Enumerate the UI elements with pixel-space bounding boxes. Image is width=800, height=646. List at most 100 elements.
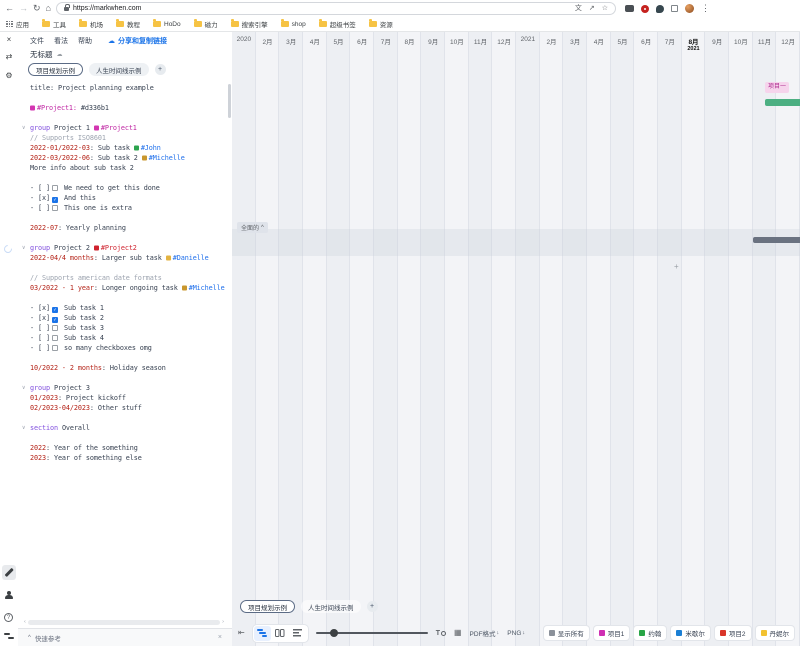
code-line[interactable]: ∨group Project 1 #Project1 xyxy=(18,123,227,133)
share-button[interactable]: ☁ 分享和复制链接 xyxy=(108,36,167,46)
code-line[interactable]: - [ ] so many checkboxes omg xyxy=(18,343,227,353)
code-line[interactable]: 2023: Year of something else xyxy=(18,453,227,463)
timeline-tab-2[interactable]: 人生时间线示例 xyxy=(301,600,361,613)
close-icon[interactable]: × xyxy=(218,634,222,641)
bookmark-item-2[interactable]: 机场 xyxy=(79,19,103,29)
code-line[interactable]: - [ ] We need to get this done xyxy=(18,183,227,193)
menu-item-1[interactable]: 文件 xyxy=(30,36,44,46)
code-line[interactable]: - [ ] This one is extra xyxy=(18,203,227,213)
fold-chevron-icon[interactable]: ∨ xyxy=(22,383,25,393)
editor-horizontal-scrollbar[interactable]: ‹ › xyxy=(24,619,224,626)
timeline-logo-icon[interactable] xyxy=(4,632,14,640)
swap-panels-icon[interactable]: ⇄ xyxy=(0,52,18,61)
event-bar-green[interactable] xyxy=(765,99,800,106)
bookmark-item-6[interactable]: 搜索引擎 xyxy=(231,19,268,29)
code-line[interactable] xyxy=(18,433,227,443)
zoom-slider[interactable] xyxy=(316,628,428,638)
timeline-view-button[interactable] xyxy=(254,626,271,641)
extension-icon-3[interactable] xyxy=(656,5,664,13)
text-fit-icon[interactable]: T xyxy=(436,630,446,637)
back-icon[interactable]: ← xyxy=(5,4,14,13)
calendar-view-button[interactable] xyxy=(272,626,289,641)
code-line[interactable]: title: Project planning example xyxy=(18,83,227,93)
code-line[interactable]: 10/2022 - 2 months: Holiday season xyxy=(18,363,227,373)
bookmark-item-9[interactable]: 资源 xyxy=(369,19,393,29)
translate-icon[interactable]: 文 xyxy=(575,5,582,12)
checkbox-unchecked[interactable] xyxy=(52,345,58,351)
legend-item-5[interactable]: 项目2 xyxy=(715,626,751,640)
list-view-button[interactable] xyxy=(290,626,307,641)
bookmark-item-1[interactable]: 工具 xyxy=(42,19,66,29)
document-title[interactable]: 无标题 xyxy=(30,49,53,60)
code-line[interactable]: ∨section Overall xyxy=(18,423,227,433)
section-summary-bar[interactable] xyxy=(753,237,800,243)
download-pdf-button[interactable]: PDF格式 ↓ xyxy=(470,628,500,638)
fold-chevron-icon[interactable]: ∨ xyxy=(22,243,25,253)
code-line[interactable] xyxy=(18,373,227,383)
account-icon[interactable] xyxy=(5,591,13,599)
code-line[interactable] xyxy=(18,293,227,303)
bookmark-item-3[interactable]: 教程 xyxy=(116,19,140,29)
checkbox-unchecked[interactable] xyxy=(52,325,58,331)
checkbox-unchecked[interactable] xyxy=(52,205,58,211)
editor-new-tab-button[interactable]: + xyxy=(155,64,166,75)
code-line[interactable]: - [x]✓ Sub task 1 xyxy=(18,303,227,313)
code-line[interactable]: // Supports american date formats xyxy=(18,273,227,283)
extension-icon-1[interactable] xyxy=(625,5,634,12)
bookmark-apps[interactable]: 应用 xyxy=(6,19,29,29)
code-line[interactable]: 2022-04/4 months: Larger sub task #Danie… xyxy=(18,253,227,263)
code-line[interactable]: ∨group Project 3 xyxy=(18,383,227,393)
code-line[interactable] xyxy=(18,173,227,183)
fold-chevron-icon[interactable]: ∨ xyxy=(22,123,25,133)
download-png-button[interactable]: PNG ↓ xyxy=(507,630,525,637)
profile-avatar[interactable] xyxy=(685,4,694,13)
code-line[interactable]: #Project1: #d336b1 xyxy=(18,103,227,113)
bookmark-item-7[interactable]: shop xyxy=(281,21,306,28)
quick-reference-bar[interactable]: ^ 快速参考 × xyxy=(18,628,232,646)
code-line[interactable] xyxy=(18,413,227,423)
settings-gear-icon[interactable]: ⚙ xyxy=(0,71,18,80)
grid-view-icon[interactable]: ▦ xyxy=(454,629,462,637)
url-text[interactable]: https://markwhen.com xyxy=(73,5,141,12)
code-line[interactable]: - [x]✓ And this xyxy=(18,193,227,203)
code-line[interactable]: 02/2023-04/2023: Other stuff xyxy=(18,403,227,413)
code-line[interactable] xyxy=(18,93,227,103)
section-collapse-button[interactable]: 全面的 ^ xyxy=(237,222,268,233)
legend-item-6[interactable]: 丹妮尔 xyxy=(756,626,795,640)
legend-item-1[interactable]: 显示所有 xyxy=(544,626,589,640)
extension-icon-2[interactable] xyxy=(641,5,649,13)
help-icon[interactable]: ? xyxy=(4,613,13,622)
code-line[interactable]: ∨group Project 2 #Project2 xyxy=(18,243,227,253)
forward-icon[interactable]: → xyxy=(19,4,28,13)
slider-knob[interactable] xyxy=(330,629,338,637)
checkbox-unchecked[interactable] xyxy=(52,335,58,341)
code-line[interactable]: 01/2023: Project kickoff xyxy=(18,393,227,403)
editor-tab-1[interactable]: 项目规划示例 xyxy=(28,63,83,76)
share-page-icon[interactable]: ↗ xyxy=(589,5,595,12)
close-panel-icon[interactable]: × xyxy=(0,35,18,44)
code-line[interactable]: - [ ] Sub task 3 xyxy=(18,323,227,333)
scroll-right-icon[interactable]: › xyxy=(222,620,224,626)
code-line[interactable]: - [x]✓ Sub task 2 xyxy=(18,313,227,323)
menu-item-2[interactable]: 看法 xyxy=(54,36,68,46)
checkbox-unchecked[interactable] xyxy=(52,185,58,191)
code-line[interactable] xyxy=(18,233,227,243)
code-line[interactable]: 2022-03/2022-06: Sub task 2 #Michelle xyxy=(18,153,227,163)
menu-item-3[interactable]: 帮助 xyxy=(78,36,92,46)
code-line[interactable]: 2022-07: Yearly planning xyxy=(18,223,227,233)
code-line[interactable] xyxy=(18,263,227,273)
timeline-new-tab-button[interactable]: + xyxy=(367,601,378,612)
fold-chevron-icon[interactable]: ∨ xyxy=(22,423,25,433)
scroll-left-icon[interactable]: ‹ xyxy=(24,620,26,626)
code-line[interactable] xyxy=(18,213,227,223)
code-line[interactable] xyxy=(18,353,227,363)
edit-mode-button[interactable] xyxy=(2,565,16,580)
legend-item-2[interactable]: 项目1 xyxy=(594,626,630,640)
code-line[interactable]: 2022-01/2022-03: Sub task #John xyxy=(18,143,227,153)
group-title-badge[interactable]: 项目一 xyxy=(765,82,789,93)
code-line[interactable]: 03/2022 - 1 year: Longer ongoing task #M… xyxy=(18,283,227,293)
code-line[interactable]: // Supports ISO8601 xyxy=(18,133,227,143)
legend-item-4[interactable]: 米歇尔 xyxy=(671,626,710,640)
reload-icon[interactable]: ↻ xyxy=(33,4,41,13)
extension-icon-4[interactable] xyxy=(671,5,678,12)
